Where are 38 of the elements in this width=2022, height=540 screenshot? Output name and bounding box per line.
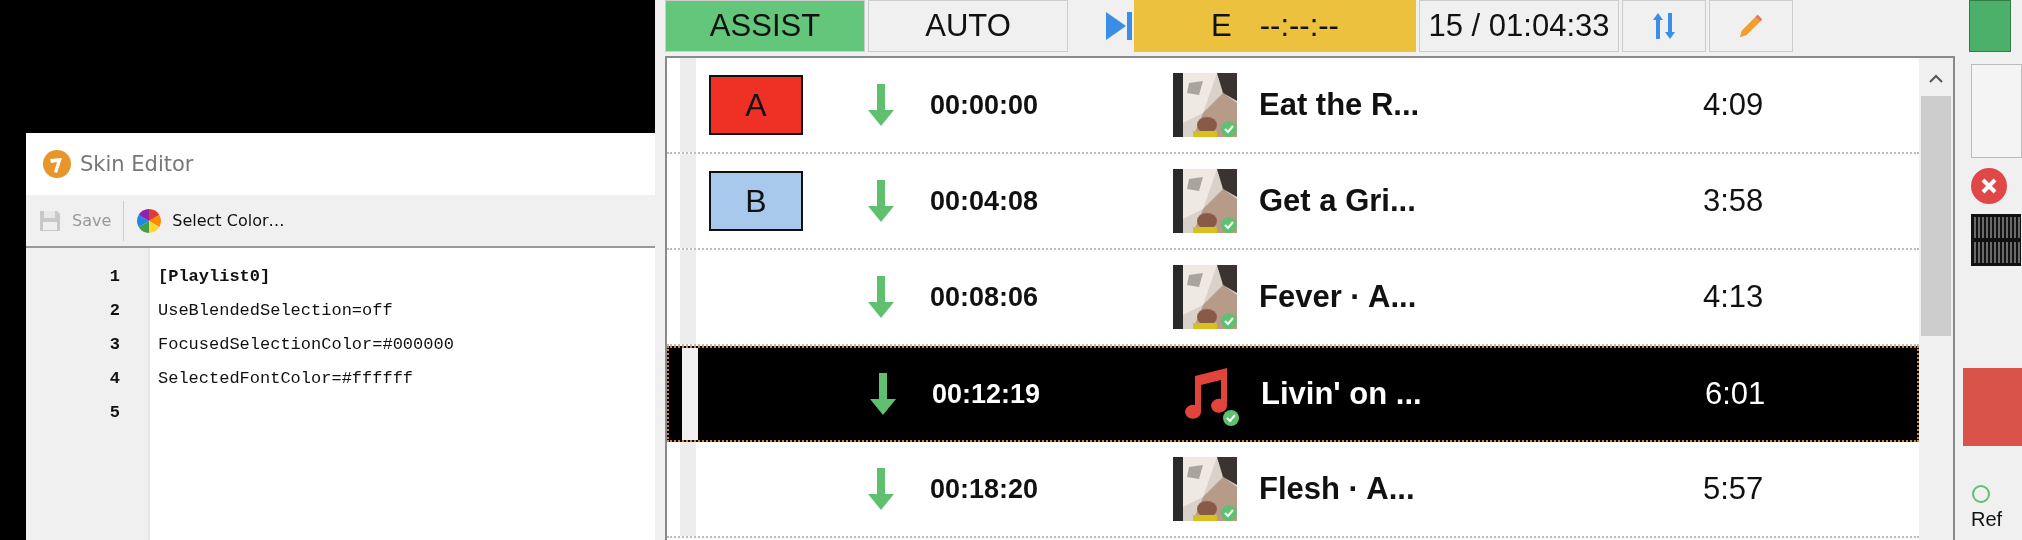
line-number: 3 bbox=[109, 334, 120, 356]
select-color-button[interactable]: Select Color… bbox=[124, 201, 297, 240]
playlist-row[interactable]: A 00:00:00 Eat the R... 4:09 bbox=[667, 58, 1919, 154]
event-time: --:--:-- bbox=[1259, 8, 1339, 44]
line-number: 2 bbox=[109, 300, 120, 322]
event-letter: E bbox=[1211, 8, 1232, 44]
code-line: SelectedFontColor=#ffffff bbox=[158, 369, 414, 388]
start-time: 00:18:20 bbox=[930, 473, 1040, 505]
side-label: Ref bbox=[1971, 508, 2004, 531]
track-title: Get a Gri... bbox=[1259, 183, 1417, 219]
mode-button[interactable]: AUTO bbox=[868, 0, 1068, 52]
code-line: FocusedSelectionColor=#000000 bbox=[158, 335, 454, 354]
playlist-row[interactable]: B 00:04:08 Get a Gri... 3:58 bbox=[667, 154, 1919, 250]
track-title: Flesh · A... bbox=[1259, 471, 1416, 507]
mode-button[interactable]: ASSIST bbox=[665, 0, 865, 52]
start-time: 00:04:08 bbox=[930, 185, 1040, 217]
code-line: [Playlist0] bbox=[158, 267, 271, 286]
track-duration: 4:09 bbox=[1703, 87, 1764, 123]
track-duration: 5:57 bbox=[1703, 471, 1764, 507]
track-duration: 4:13 bbox=[1703, 279, 1764, 315]
playlist-row[interactable]: 00:12:19 Livin' on ... 6:01 bbox=[667, 346, 1919, 442]
start-time: 00:12:19 bbox=[932, 378, 1042, 410]
window-title: Skin Editor bbox=[80, 152, 194, 176]
line-number: 5 bbox=[109, 402, 120, 424]
track-counter: 15 / 01:04:33 bbox=[1419, 0, 1619, 52]
start-time: 00:00:00 bbox=[930, 89, 1040, 121]
player-label: B bbox=[709, 171, 803, 231]
track-duration: 3:58 bbox=[1703, 183, 1764, 219]
track-title: Livin' on ... bbox=[1261, 376, 1423, 412]
start-time: 00:08:06 bbox=[930, 281, 1040, 313]
track-title: Fever · A... bbox=[1259, 279, 1418, 315]
track-duration: 6:01 bbox=[1705, 376, 1766, 412]
line-number: 4 bbox=[109, 368, 120, 390]
player-label: A bbox=[709, 75, 803, 135]
track-title: Eat the R... bbox=[1259, 87, 1421, 123]
code-line: UseBlendedSelection=off bbox=[158, 301, 393, 320]
line-number: 1 bbox=[109, 266, 120, 288]
playlist-row[interactable]: 00:18:20 Flesh · A... 5:57 bbox=[667, 442, 1919, 538]
